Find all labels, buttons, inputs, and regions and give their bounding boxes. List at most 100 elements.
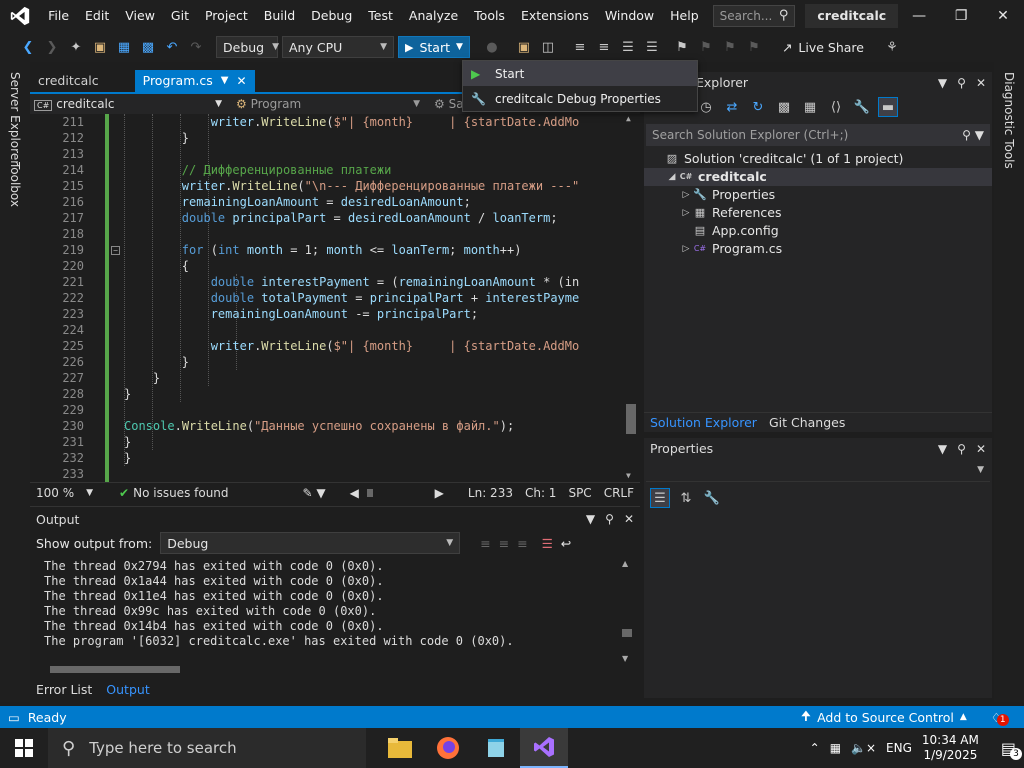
pin-icon[interactable]: ⚲ <box>957 72 966 94</box>
code-line[interactable]: 217 double principalPart = desiredLoanAm… <box>30 210 630 226</box>
chevron-down-icon[interactable]: ▼ <box>80 488 99 498</box>
output-source-dropdown[interactable]: Debug ▼ <box>160 532 461 554</box>
line-number-status[interactable]: Ln: 233 <box>462 486 519 500</box>
visual-studio-logo-icon[interactable] <box>0 0 40 32</box>
history-icon[interactable]: ◷ <box>696 97 716 117</box>
panel-menu-icon[interactable]: ▼ <box>938 438 947 460</box>
code-line[interactable]: 212 } <box>30 130 630 146</box>
close-window-icon[interactable]: ✕ <box>982 0 1024 32</box>
pin-icon[interactable]: ▼ <box>221 70 229 92</box>
tree-item[interactable]: ◢ C# creditcalc <box>644 168 992 186</box>
add-source-control-button[interactable]: Add to Source Control <box>817 710 954 725</box>
undo-icon[interactable]: ↶ <box>162 37 182 57</box>
pin-icon[interactable]: ⚲ <box>957 438 966 460</box>
redo-icon[interactable]: ↷ <box>186 37 206 57</box>
output-vertical-scrollbar[interactable]: ▲ ▼ <box>622 559 634 663</box>
language-indicator[interactable]: ENG <box>886 741 912 755</box>
expand-icon[interactable]: ▷ <box>680 240 692 258</box>
tab-error-list[interactable]: Error List <box>30 682 98 697</box>
dropdown-start[interactable]: ▶ Start <box>463 61 697 86</box>
close-panel-icon[interactable]: ✕ <box>624 512 634 526</box>
menu-build[interactable]: Build <box>256 0 303 32</box>
output-scroll-thumb[interactable] <box>622 629 632 637</box>
code-line[interactable]: 228} <box>30 386 630 402</box>
diagnostic-tools-tab[interactable]: Diagnostic Tools <box>1002 72 1016 169</box>
tab-git-changes[interactable]: Git Changes <box>763 415 851 430</box>
menu-help[interactable]: Help <box>662 0 707 32</box>
menu-tools[interactable]: Tools <box>466 0 513 32</box>
bookmark-icon[interactable]: ⚑ <box>672 37 692 57</box>
find-message-icon[interactable]: ≡ <box>480 536 490 551</box>
nav-project-dropdown[interactable]: C# creditcalc ▼ <box>30 95 226 113</box>
file-explorer-icon[interactable] <box>376 728 424 768</box>
feedback-icon[interactable]: ⚘ <box>882 37 902 57</box>
line-ending-status[interactable]: CRLF <box>598 486 640 500</box>
code-line[interactable]: 229 <box>30 402 630 418</box>
menu-window[interactable]: Window <box>597 0 662 32</box>
expand-icon[interactable]: ▷ <box>680 204 692 222</box>
menu-view[interactable]: View <box>117 0 163 32</box>
platform-dropdown[interactable]: Any CPU ▼ <box>282 36 394 58</box>
output-text[interactable]: The thread 0x2794 has exited with code 0… <box>36 559 620 663</box>
word-wrap-icon[interactable]: ↩ <box>561 536 571 551</box>
notification-center-icon[interactable]: ▤ 3 <box>1001 739 1022 760</box>
show-hidden-icons-icon[interactable]: ⌃ <box>810 741 820 755</box>
menu-analyze[interactable]: Analyze <box>401 0 466 32</box>
code-line[interactable]: 220 { <box>30 258 630 274</box>
back-arrow-icon[interactable]: ❮ <box>18 37 38 57</box>
clock[interactable]: 10:34 AM 1/9/2025 <box>922 733 979 763</box>
dropdown-debug-properties[interactable]: 🔧 creditcalc Debug Properties <box>463 86 697 111</box>
visual-studio-taskbar-icon[interactable] <box>520 728 568 768</box>
issues-status[interactable]: No issues found <box>133 486 228 500</box>
code-line[interactable]: 230 Console.WriteLine("Данные успешно сох… <box>30 418 630 434</box>
prev-message-icon[interactable]: ≡ <box>499 536 509 551</box>
toolbox-tab[interactable]: Toolbox <box>8 162 22 207</box>
code-line[interactable]: 216 remainingLoanAmount = desiredLoanAmo… <box>30 194 630 210</box>
tab-program-cs[interactable]: Program.cs ▼ ✕ <box>134 70 255 92</box>
code-line[interactable]: 211 writer.WriteLine($"| {month} | {star… <box>30 114 630 130</box>
scroll-left-icon[interactable]: ◀ <box>344 486 365 500</box>
code-line[interactable]: 231} <box>30 434 630 450</box>
scroll-down-icon[interactable]: ▼ <box>626 471 631 480</box>
code-line[interactable]: 225 writer.WriteLine($"| {month} | {star… <box>30 338 630 354</box>
windows-start-icon[interactable] <box>0 728 48 768</box>
tab-solution-explorer[interactable]: Solution Explorer <box>644 415 763 430</box>
panel-menu-icon[interactable]: ▼ <box>586 512 595 526</box>
outdent-icon[interactable]: ≡ <box>594 37 614 57</box>
editor-scroll-thumb[interactable] <box>626 404 636 434</box>
global-search-input[interactable]: Search... ⚲ <box>712 5 796 27</box>
code-line[interactable]: 221 double interestPayment = (remainingL… <box>30 274 630 290</box>
tab-output[interactable]: Output <box>100 682 155 697</box>
whitespace-status[interactable]: SPC <box>562 486 597 500</box>
expand-icon[interactable]: ◢ <box>666 168 678 186</box>
menu-edit[interactable]: Edit <box>77 0 117 32</box>
refresh-icon[interactable]: ↻ <box>748 97 768 117</box>
column-status[interactable]: Ch: 1 <box>519 486 562 500</box>
collapse-icon[interactable]: − <box>111 246 120 255</box>
output-horizontal-scrollbar[interactable] <box>40 664 614 674</box>
editor-vertical-scrollbar[interactable]: ▲ ▼ <box>624 114 636 482</box>
menu-test[interactable]: Test <box>360 0 401 32</box>
notepad-icon[interactable] <box>472 728 520 768</box>
code-line[interactable]: 232} <box>30 450 630 466</box>
alphabetical-icon[interactable]: ⇅ <box>676 488 696 508</box>
forward-arrow-icon[interactable]: ❯ <box>42 37 62 57</box>
save-all-icon[interactable]: ▩ <box>138 37 158 57</box>
preview-icon[interactable]: ▬ <box>878 97 898 117</box>
next-message-icon[interactable]: ≡ <box>517 536 527 551</box>
next-bookmark-icon[interactable]: ⚑ <box>720 37 740 57</box>
menu-project[interactable]: Project <box>197 0 256 32</box>
code-line[interactable]: 215 writer.WriteLine("\n--- Дифференциро… <box>30 178 630 194</box>
scroll-up-icon[interactable]: ▲ <box>622 559 628 568</box>
show-all-files-icon[interactable]: ▦ <box>800 97 820 117</box>
uncomment-icon[interactable]: ☰ <box>642 37 662 57</box>
tree-item[interactable]: ▨ Solution 'creditcalc' (1 of 1 project) <box>644 150 992 168</box>
tree-item[interactable]: ▷ ▦ References <box>644 204 992 222</box>
restore-icon[interactable]: ❐ <box>940 0 982 32</box>
close-tab-icon[interactable]: ✕ <box>236 70 246 92</box>
tab-creditcalc[interactable]: creditcalc <box>30 70 107 92</box>
attach-icon[interactable]: ● <box>482 37 502 57</box>
browser-icon[interactable]: ◫ <box>538 37 558 57</box>
horizontal-scroll-thumb[interactable] <box>366 488 373 497</box>
firefox-icon[interactable] <box>424 728 472 768</box>
